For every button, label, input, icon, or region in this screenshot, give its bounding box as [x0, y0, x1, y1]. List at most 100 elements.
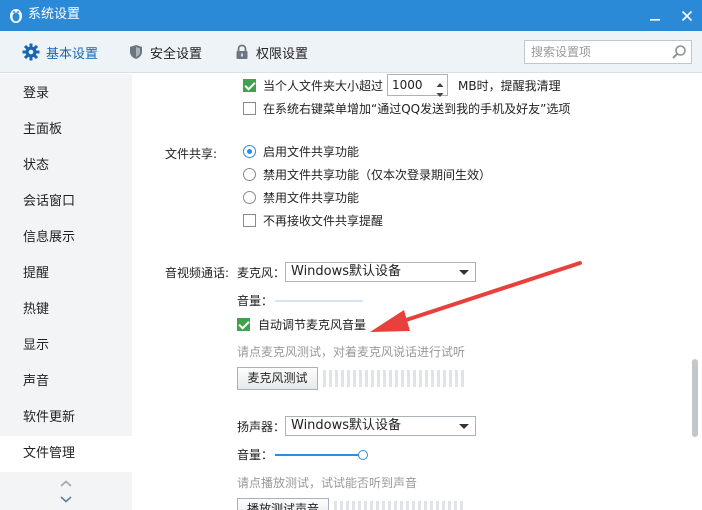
meter-segment	[329, 370, 332, 387]
speaker-label: 扬声器：	[237, 420, 286, 434]
meter-segment	[437, 370, 440, 387]
tab-basic-settings[interactable]: 基本设置	[22, 31, 98, 73]
shield-icon	[130, 45, 142, 59]
folder-size-value: 1000	[392, 78, 423, 92]
tab-label: 安全设置	[150, 46, 203, 62]
av-call-section-label: 音视频通话:	[165, 266, 230, 280]
window-title: 系统设置	[28, 7, 81, 22]
sidebar-item-login[interactable]: 登录	[0, 76, 132, 112]
meter-segment	[347, 370, 350, 387]
tab-permission-settings[interactable]: 权限设置	[234, 31, 308, 73]
meter-segment	[431, 370, 434, 387]
meter-segment	[413, 370, 416, 387]
gear-icon	[22, 43, 40, 61]
scrollbar-thumb[interactable]	[692, 359, 698, 437]
mic-test-hint: 请点麦克风测试，对着麦克风说话进行试听	[237, 345, 466, 359]
meter-segment	[425, 370, 428, 387]
sidebar-item-info-display[interactable]: 信息展示	[0, 220, 132, 256]
file-share-no-remind-checkbox[interactable]	[243, 214, 256, 227]
sidebar-scroll-up-button[interactable]	[58, 478, 74, 490]
sidebar-item-chat-window[interactable]: 会话窗口	[0, 184, 132, 220]
close-button[interactable]	[672, 0, 702, 31]
speaker-device-select[interactable]: Windows默认设备	[285, 416, 476, 436]
annotation-arrow-icon	[370, 261, 582, 332]
folder-size-stepper[interactable]: 1000	[387, 74, 448, 97]
meter-segment	[365, 370, 368, 387]
close-icon	[681, 10, 693, 21]
meter-segment	[407, 370, 410, 387]
meter-segment	[442, 501, 445, 510]
folder-size-limit-checkbox[interactable]	[243, 79, 256, 92]
meter-segment	[346, 501, 349, 510]
meter-segment	[340, 501, 343, 510]
sidebar-scroll-down-button[interactable]	[58, 493, 74, 505]
speaker-volume-label: 音量：	[237, 448, 274, 462]
meter-segment	[334, 501, 337, 510]
meter-segment	[335, 370, 338, 387]
meter-segment	[389, 370, 392, 387]
lock-icon	[236, 44, 248, 59]
auto-adjust-mic-volume-label: 自动调节麦克风音量	[258, 318, 367, 332]
sidebar-item-hotkeys[interactable]: 热键	[0, 292, 132, 328]
sidebar-item-main-panel[interactable]: 主面板	[0, 112, 132, 148]
meter-segment	[406, 501, 409, 510]
mic-volume-track	[275, 300, 363, 302]
speaker-volume-slider[interactable]	[275, 449, 368, 461]
minimize-button[interactable]	[640, 0, 670, 31]
speaker-volume-fill	[275, 454, 363, 456]
meter-segment	[323, 370, 326, 387]
meter-segment	[376, 501, 379, 510]
search-input[interactable]	[531, 44, 667, 60]
file-share-disable-radio[interactable]	[243, 191, 256, 204]
context-menu-option-label: 在系统右键菜单增加“通过QQ发送到我的手机及好友”选项	[263, 102, 571, 116]
meter-segment	[395, 370, 398, 387]
meter-segment	[358, 501, 361, 510]
speaker-test-hint: 请点播放测试，试试能否听到声音	[237, 476, 418, 490]
dropdown-arrow-icon	[459, 424, 469, 429]
mic-volume-label: 音量：	[237, 294, 274, 308]
settings-search-box[interactable]	[524, 40, 692, 64]
speaker-device-value: Windows默认设备	[291, 418, 402, 433]
content-scrollbar[interactable]	[688, 74, 702, 510]
meter-segment	[455, 370, 458, 387]
file-share-enable-radio[interactable]	[243, 145, 256, 158]
tab-security-settings[interactable]: 安全设置	[128, 31, 202, 73]
meter-segment	[448, 501, 451, 510]
meter-segment	[383, 370, 386, 387]
meter-segment	[341, 370, 344, 387]
search-icon[interactable]	[671, 44, 687, 63]
auto-adjust-mic-volume-checkbox[interactable]	[237, 318, 250, 331]
settings-tab-bar: 基本设置 安全设置 权限设置	[0, 31, 702, 73]
meter-segment	[400, 501, 403, 510]
mic-volume-slider[interactable]	[275, 298, 363, 304]
meter-segment	[460, 501, 463, 510]
speaker-volume-knob[interactable]	[358, 450, 368, 460]
tab-label: 权限设置	[256, 46, 309, 62]
file-share-section-label: 文件共享:	[165, 147, 218, 161]
microphone-label: 麦克风：	[237, 266, 286, 280]
meter-segment	[412, 501, 415, 510]
meter-segment	[419, 370, 422, 387]
sidebar-item-reminder[interactable]: 提醒	[0, 256, 132, 292]
context-menu-option-checkbox[interactable]	[243, 102, 256, 115]
file-share-disable-session-radio[interactable]	[243, 168, 256, 181]
meter-segment	[388, 501, 391, 510]
speaker-test-button[interactable]: 播放测试声音	[237, 498, 329, 510]
settings-content: 当个人文件夹大小超过 1000 MB时，提醒我清理 在系统右键菜单增加“通过QQ…	[132, 74, 688, 510]
meter-segment	[436, 501, 439, 510]
chevron-up-icon	[60, 480, 72, 487]
meter-segment	[364, 501, 367, 510]
sidebar-item-display[interactable]: 显示	[0, 328, 132, 364]
stepper-down-arrow-icon[interactable]	[436, 87, 444, 101]
folder-limit-suffix-label: MB时，提醒我清理	[458, 79, 561, 93]
sidebar-item-status[interactable]: 状态	[0, 148, 132, 184]
file-share-no-remind-label: 不再接收文件共享提醒	[263, 214, 384, 228]
file-share-enable-label: 启用文件共享功能	[263, 145, 360, 159]
sidebar-item-sound[interactable]: 声音	[0, 364, 132, 400]
sidebar-item-software-update[interactable]: 软件更新	[0, 400, 132, 436]
mic-test-button[interactable]: 麦克风测试	[237, 367, 318, 390]
meter-segment	[430, 501, 433, 510]
meter-segment	[443, 370, 446, 387]
sidebar-item-file-management[interactable]: 文件管理	[0, 436, 132, 472]
title-bar: 系统设置	[0, 0, 702, 31]
